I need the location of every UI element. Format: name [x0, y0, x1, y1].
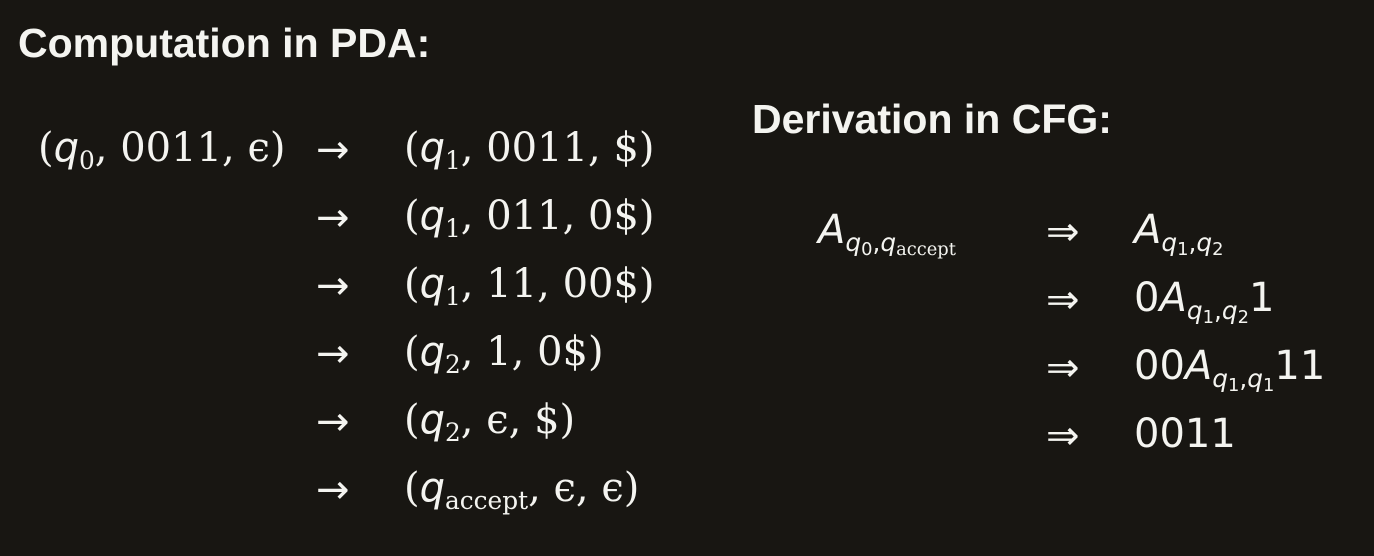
- terminal-suffix: 1: [1248, 275, 1275, 321]
- sub-state-index: 1: [1202, 307, 1214, 329]
- stack-contents: $: [613, 125, 639, 171]
- variable-subscript: q1,q2: [1186, 295, 1249, 329]
- sub-state-index: 1: [1228, 375, 1240, 397]
- state-symbol: q: [419, 465, 445, 511]
- cfg-derives-arrow: ⇒: [1046, 345, 1080, 391]
- cfg-derives-arrow: ⇒: [1046, 209, 1080, 255]
- sub-state-index: 2: [1237, 307, 1249, 329]
- pda-config: (q2, ϵ, $): [404, 397, 576, 447]
- sub-state-index: 1: [1177, 239, 1189, 261]
- stack-contents: $: [534, 397, 560, 443]
- input-string: 0011: [120, 125, 223, 171]
- pda-arrow: →: [316, 331, 350, 377]
- cfg-sentential-form: 00Aq1,q111: [1134, 343, 1326, 395]
- state-symbol: q: [419, 329, 445, 375]
- cfg-sentential-form: Aq1,q2: [1134, 207, 1223, 259]
- state-symbol: q: [53, 125, 79, 171]
- variable-subscript: q0,qaccept: [845, 227, 956, 261]
- state-symbol: q: [419, 193, 445, 239]
- variable-symbol: A: [818, 207, 846, 253]
- input-string: 0011: [486, 125, 589, 171]
- pda-config: (q1, 0011, $): [404, 125, 655, 175]
- cfg-heading: Derivation in CFG:: [752, 96, 1112, 142]
- state-subscript: 1: [445, 281, 461, 311]
- state-subscript: 1: [445, 213, 461, 243]
- sub-state-index: 0: [861, 239, 873, 261]
- sub-state: q: [845, 227, 862, 257]
- state-symbol: q: [419, 125, 445, 171]
- input-string: 11: [486, 261, 538, 307]
- state-subscript: accept: [445, 485, 529, 515]
- pda-arrow: →: [316, 399, 350, 445]
- sub-state: q: [1212, 363, 1229, 393]
- pda-config: (qaccept, ϵ, ϵ): [404, 465, 640, 515]
- state-symbol: q: [419, 397, 445, 443]
- sub-state-index: 2: [1212, 239, 1224, 261]
- terminal-prefix: 0: [1134, 275, 1160, 321]
- variable-subscript: q1,q1: [1212, 363, 1275, 397]
- cfg-start-variable: Aq0,qaccept: [818, 207, 956, 259]
- state-subscript: 0: [79, 145, 95, 175]
- sub-state: q: [1186, 295, 1203, 325]
- stack-contents: ϵ: [247, 125, 270, 171]
- pda-start-config: (q0, 0011, ϵ): [38, 125, 286, 175]
- state-subscript: 2: [445, 349, 461, 379]
- variable-symbol: A: [1134, 207, 1162, 253]
- sub-state: q: [1161, 227, 1178, 257]
- terminal-prefix: 00: [1134, 343, 1185, 389]
- cfg-derives-arrow: ⇒: [1046, 277, 1080, 323]
- sub-state-index: accept: [896, 239, 956, 261]
- pda-config: (q2, 1, 0$): [404, 329, 604, 379]
- variable-symbol: A: [1159, 275, 1187, 321]
- pda-heading: Computation in PDA:: [18, 20, 431, 66]
- state-subscript: 1: [445, 145, 461, 175]
- variable-subscript: q1,q2: [1161, 227, 1224, 261]
- stack-contents: 00$: [562, 261, 639, 307]
- state-subscript: 2: [445, 417, 461, 447]
- pda-arrow: →: [316, 127, 350, 173]
- cfg-derives-arrow: ⇒: [1046, 413, 1080, 459]
- terminal-suffix: 11: [1274, 343, 1326, 389]
- sub-state: q: [880, 227, 897, 257]
- pda-arrow: →: [316, 195, 350, 241]
- sub-state: q: [1196, 227, 1213, 257]
- cfg-sentential-form: 0Aq1,q21: [1134, 275, 1275, 327]
- sub-state: q: [1247, 363, 1264, 393]
- pda-config: (q1, 11, 00$): [404, 261, 655, 311]
- input-string: ϵ: [553, 465, 576, 511]
- input-string: ϵ: [486, 397, 509, 443]
- sub-state: q: [1221, 295, 1238, 325]
- input-string: 1: [486, 329, 512, 375]
- input-string: 011: [486, 193, 563, 239]
- pda-arrow: →: [316, 263, 350, 309]
- sub-state-index: 1: [1263, 375, 1275, 397]
- stack-contents: 0$: [588, 193, 639, 239]
- stack-contents: 0$: [537, 329, 589, 375]
- cfg-sentential-form: 0011: [1134, 414, 1236, 454]
- terminal-prefix: 0011: [1134, 411, 1236, 457]
- state-symbol: q: [419, 261, 445, 307]
- stack-contents: ϵ: [601, 465, 624, 511]
- variable-symbol: A: [1184, 343, 1213, 389]
- pda-arrow: →: [316, 467, 350, 513]
- pda-config: (q1, 011, 0$): [404, 193, 655, 243]
